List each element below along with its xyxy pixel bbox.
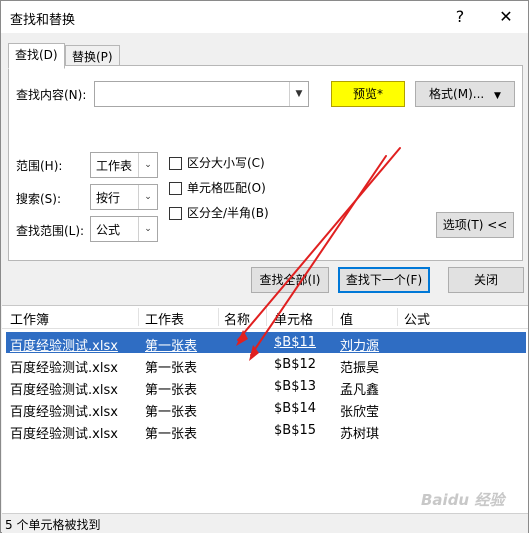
row-cell: $B$15 xyxy=(274,423,317,438)
checkbox-icon xyxy=(169,182,182,195)
chevron-down-icon[interactable]: ⌄ xyxy=(138,185,157,209)
column-header-cell[interactable]: 单元格 xyxy=(274,309,313,328)
column-header-workbook[interactable]: 工作簿 xyxy=(10,309,49,328)
row-sheet: 第一张表 xyxy=(145,361,198,376)
result-row[interactable]: 百度经验测试.xlsx 第一张表 $B$12 范振昊 xyxy=(6,354,526,376)
row-sheet: 第一张表 xyxy=(145,339,198,354)
result-row[interactable]: 百度经验测试.xlsx 第一张表 $B$14 张欣莹 xyxy=(6,398,526,420)
column-header-name[interactable]: 名称 xyxy=(224,309,250,328)
options-toggle-button[interactable]: 选项(T) << xyxy=(436,212,514,238)
scope-label: 范围(H): xyxy=(16,159,63,173)
find-next-button[interactable]: 查找下一个(F) xyxy=(338,267,430,293)
column-header-formula[interactable]: 公式 xyxy=(404,309,430,328)
row-workbook: 百度经验测试.xlsx xyxy=(10,383,118,398)
row-cell: $B$14 xyxy=(274,401,317,416)
find-panel: 查找内容(N): ▼ 预览* 格式(M)... ▼ 范围(H): 工作表 ⌄ 搜… xyxy=(8,65,523,261)
column-header-sheet[interactable]: 工作表 xyxy=(145,309,184,328)
column-divider[interactable] xyxy=(138,308,139,326)
find-replace-dialog: 查找和替换 ? ✕ 查找(D) 替换(P) 查找内容(N): ▼ 预览* 格式(… xyxy=(0,0,529,533)
help-button[interactable]: ? xyxy=(445,5,475,29)
result-row[interactable]: 百度经验测试.xlsx 第一张表 $B$15 苏树琪 xyxy=(6,420,526,442)
checkbox-icon xyxy=(169,207,182,220)
scope-value: 工作表 xyxy=(96,159,133,173)
close-button[interactable]: 关闭 xyxy=(448,267,524,293)
row-workbook: 百度经验测试.xlsx xyxy=(10,339,118,354)
status-bar: 5 个单元格被找到 xyxy=(2,513,528,533)
match-entire-cell-label: 单元格匹配(O) xyxy=(187,181,266,195)
scope-select[interactable]: 工作表 ⌄ xyxy=(90,152,158,178)
checkbox-icon xyxy=(169,157,182,170)
row-sheet: 第一张表 xyxy=(145,427,198,442)
column-divider[interactable] xyxy=(332,308,333,326)
baidu-watermark: Baidu 经验 xyxy=(421,491,505,509)
match-case-label: 区分大小写(C) xyxy=(187,156,265,170)
format-label: 格式(M)... xyxy=(429,87,485,101)
find-all-button[interactable]: 查找全部(I) xyxy=(251,267,329,293)
search-order-select[interactable]: 按行 ⌄ xyxy=(90,184,158,210)
row-cell: $B$13 xyxy=(274,379,317,394)
lookin-value: 公式 xyxy=(96,223,121,237)
row-cell: $B$11 xyxy=(274,335,317,350)
tab-strip: 查找(D) 替换(P) xyxy=(1,33,528,69)
match-entire-cell-checkbox[interactable]: 单元格匹配(O) xyxy=(169,179,266,196)
format-preview: 预览* xyxy=(331,81,405,107)
lookin-label: 查找范围(L): xyxy=(16,224,85,238)
dialog-title: 查找和替换 xyxy=(10,13,76,28)
row-workbook: 百度经验测试.xlsx xyxy=(10,405,118,420)
search-label: 搜索(S): xyxy=(16,192,62,206)
chevron-down-icon[interactable]: ⌄ xyxy=(138,217,157,241)
column-divider[interactable] xyxy=(397,308,398,326)
close-window-button[interactable]: ✕ xyxy=(491,5,521,29)
status-text: 5 个单元格被找到 xyxy=(5,518,101,532)
chevron-down-icon: ▼ xyxy=(494,91,501,101)
row-value: 孟凡鑫 xyxy=(340,383,380,398)
row-value: 刘力源 xyxy=(340,339,380,354)
row-value: 范振昊 xyxy=(340,361,380,376)
row-sheet: 第一张表 xyxy=(145,405,198,420)
find-what-input[interactable]: ▼ xyxy=(94,81,309,107)
chevron-down-icon[interactable]: ▼ xyxy=(289,82,308,106)
column-divider[interactable] xyxy=(218,308,219,326)
result-row[interactable]: 百度经验测试.xlsx 第一张表 $B$13 孟凡鑫 xyxy=(6,376,526,398)
chevron-down-icon[interactable]: ⌄ xyxy=(138,153,157,177)
match-width-label: 区分全/半角(B) xyxy=(187,206,269,220)
row-workbook: 百度经验测试.xlsx xyxy=(10,361,118,376)
title-bar: 查找和替换 ? ✕ xyxy=(1,1,528,33)
column-header-value[interactable]: 值 xyxy=(340,309,353,328)
result-row[interactable]: 百度经验测试.xlsx 第一张表 $B$11 刘力源 xyxy=(6,332,526,354)
row-value: 张欣莹 xyxy=(340,405,380,420)
row-cell: $B$12 xyxy=(274,357,317,372)
row-value: 苏树琪 xyxy=(340,427,380,442)
find-what-label: 查找内容(N): xyxy=(16,88,87,102)
match-case-checkbox[interactable]: 区分大小写(C) xyxy=(169,154,265,171)
column-divider[interactable] xyxy=(266,308,267,326)
results-header: 工作簿 工作表 名称 单元格 值 公式 xyxy=(2,306,528,329)
format-button[interactable]: 格式(M)... ▼ xyxy=(415,81,515,107)
results-list[interactable]: 工作簿 工作表 名称 单元格 值 公式 百度经验测试.xlsx 第一张表 $B$… xyxy=(2,305,528,514)
lookin-select[interactable]: 公式 ⌄ xyxy=(90,216,158,242)
match-width-checkbox[interactable]: 区分全/半角(B) xyxy=(169,204,269,221)
row-sheet: 第一张表 xyxy=(145,383,198,398)
tab-find[interactable]: 查找(D) xyxy=(8,43,65,69)
search-order-value: 按行 xyxy=(96,191,121,205)
row-workbook: 百度经验测试.xlsx xyxy=(10,427,118,442)
